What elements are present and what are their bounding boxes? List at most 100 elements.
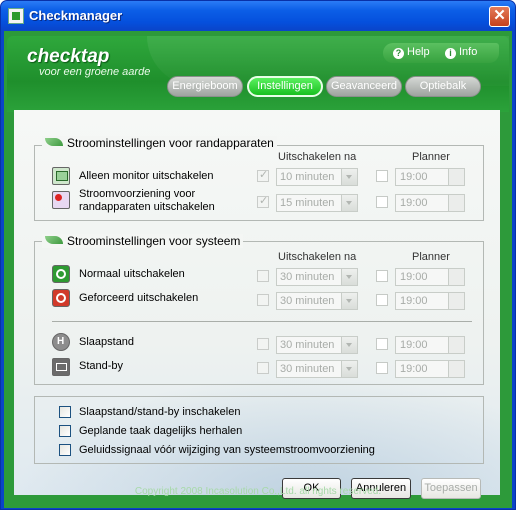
system-col-planner: Planner xyxy=(412,251,450,263)
peripherals-delay-value: 15 minuten xyxy=(280,197,335,209)
leaf-icon xyxy=(45,236,63,244)
tagline: voor een groene aarde xyxy=(39,66,151,78)
peripherals-time-spinner[interactable]: 19:00 xyxy=(395,194,465,212)
hibernate-select[interactable]: 30 minuten xyxy=(276,336,358,354)
system-col-switch: Uitschakelen na xyxy=(278,251,357,263)
chevron-down-icon xyxy=(341,361,357,377)
hibernate-planner-checkbox[interactable] xyxy=(376,338,388,350)
normal-shutdown-time: 19:00 xyxy=(400,271,428,283)
window-title: Checkmanager xyxy=(29,8,123,23)
app-icon xyxy=(8,8,24,24)
hibernate-value: 30 minuten xyxy=(280,339,335,351)
tab-geavanceerd[interactable]: Geavanceerd xyxy=(326,76,402,97)
peripherals-delay-select[interactable]: 15 minuten xyxy=(276,194,358,212)
forced-shutdown-checkbox[interactable] xyxy=(257,294,269,306)
monitor-enable-checkbox[interactable] xyxy=(257,168,269,182)
row-label-peripherals: Stroomvoorziening voor randapparaten uits… xyxy=(79,188,215,214)
standby-checkbox[interactable] xyxy=(257,362,269,374)
chevron-down-icon xyxy=(341,269,357,285)
shutdown-icon xyxy=(52,265,70,283)
row-label-monitor: Alleen monitor uitschakelen xyxy=(79,170,214,182)
forced-shutdown-value: 30 minuten xyxy=(280,295,335,307)
monitor-time-value: 19:00 xyxy=(400,171,428,183)
logo: checktap xyxy=(27,46,110,67)
spin-down-icon[interactable] xyxy=(448,369,464,377)
normal-shutdown-time-spinner[interactable]: 19:00 xyxy=(395,268,465,286)
standby-planner-checkbox[interactable] xyxy=(376,362,388,374)
spin-down-icon[interactable] xyxy=(448,345,464,353)
copyright: Copyright 2008 Incasolution Co.,Ltd. all… xyxy=(134,486,382,497)
monitor-delay-value: 10 minuten xyxy=(280,171,335,183)
standby-time: 19:00 xyxy=(400,363,428,375)
spin-down-icon[interactable] xyxy=(448,203,464,211)
row-label-forced-shutdown: Geforceerd uitschakelen xyxy=(79,292,199,304)
tab-instellingen[interactable]: Instellingen xyxy=(247,76,323,97)
standby-value: 30 minuten xyxy=(280,363,335,375)
option-label-beep: Geluidssignaal vóór wijziging van systee… xyxy=(79,444,375,456)
hibernate-time-spinner[interactable]: 19:00 xyxy=(395,336,465,354)
divider xyxy=(52,321,472,322)
help-label: Help xyxy=(407,46,430,58)
row-label-standby: Stand-by xyxy=(79,360,124,372)
chevron-down-icon xyxy=(341,169,357,185)
device-group-title: Stroominstellingen voor randapparaten xyxy=(42,136,277,150)
title-bar[interactable]: Checkmanager ✕ xyxy=(1,1,515,31)
device-col-switch: Uitschakelen na xyxy=(278,151,357,163)
info-link[interactable]: i Info xyxy=(445,46,477,59)
normal-shutdown-planner-checkbox[interactable] xyxy=(376,270,388,282)
app-window: Checkmanager ✕ checktap voor een groene … xyxy=(0,0,516,510)
tab-energieboom[interactable]: Energieboom xyxy=(167,76,243,97)
info-label: Info xyxy=(459,46,478,58)
spin-down-icon[interactable] xyxy=(448,277,464,285)
hibernate-time: 19:00 xyxy=(400,339,428,351)
question-icon: ? xyxy=(393,48,404,59)
hibernate-icon xyxy=(52,333,70,351)
device-col-planner: Planner xyxy=(412,151,450,163)
row-label-hibernate: Slaapstand xyxy=(79,336,135,348)
chevron-down-icon xyxy=(341,337,357,353)
device-group-title-text: Stroominstellingen voor randapparaten xyxy=(67,136,274,150)
beep-checkbox[interactable] xyxy=(59,444,71,456)
spin-down-icon[interactable] xyxy=(448,177,464,185)
standby-time-spinner[interactable]: 19:00 xyxy=(395,360,465,378)
leaf-icon xyxy=(45,138,63,146)
enable-sleep-checkbox[interactable] xyxy=(59,406,71,418)
monitor-planner-checkbox[interactable] xyxy=(376,170,388,182)
forced-shutdown-time-spinner[interactable]: 19:00 xyxy=(395,292,465,310)
standby-select[interactable]: 30 minuten xyxy=(276,360,358,378)
row-label-peripherals-line2: randapparaten uitschakelen xyxy=(79,201,215,213)
peripherals-enable-checkbox[interactable] xyxy=(257,194,269,208)
forced-shutdown-select[interactable]: 30 minuten xyxy=(276,292,358,310)
monitor-time-spinner[interactable]: 19:00 xyxy=(395,168,465,186)
normal-shutdown-select[interactable]: 30 minuten xyxy=(276,268,358,286)
chevron-down-icon xyxy=(341,293,357,309)
row-label-normal-shutdown: Normaal uitschakelen xyxy=(79,268,185,280)
help-link[interactable]: ? Help xyxy=(393,46,430,59)
settings-panel: Stroominstellingen voor randapparaten Ui… xyxy=(14,110,500,499)
option-label-sleep: Slaapstand/stand-by inschakelen xyxy=(79,406,241,418)
forced-shutdown-time: 19:00 xyxy=(400,295,428,307)
peripherals-time-value: 19:00 xyxy=(400,197,428,209)
tab-optiebalk[interactable]: Optiebalk xyxy=(405,76,481,97)
peripheral-device-icon xyxy=(52,191,70,209)
standby-icon xyxy=(52,358,70,376)
system-group-title-text: Stroominstellingen voor systeem xyxy=(67,234,241,248)
hibernate-checkbox[interactable] xyxy=(257,338,269,350)
normal-shutdown-checkbox[interactable] xyxy=(257,270,269,282)
info-icon: i xyxy=(445,48,456,59)
header-banner: checktap voor een groene aarde ? Help i In… xyxy=(7,36,509,112)
close-button[interactable]: ✕ xyxy=(489,6,510,27)
option-label-repeat: Geplande taak dagelijks herhalen xyxy=(79,425,243,437)
peripherals-planner-checkbox[interactable] xyxy=(376,196,388,208)
row-label-peripherals-line1: Stroomvoorziening voor xyxy=(79,188,196,200)
forced-shutdown-planner-checkbox[interactable] xyxy=(376,294,388,306)
monitor-delay-select[interactable]: 10 minuten xyxy=(276,168,358,186)
spin-down-icon[interactable] xyxy=(448,301,464,309)
monitor-icon xyxy=(52,167,70,185)
system-group-title: Stroominstellingen voor systeem xyxy=(42,234,244,248)
client-area: checktap voor een groene aarde ? Help i In… xyxy=(4,31,512,508)
help-info-bar: ? Help i Info xyxy=(383,43,499,63)
chevron-down-icon xyxy=(341,195,357,211)
repeat-daily-checkbox[interactable] xyxy=(59,425,71,437)
normal-shutdown-value: 30 minuten xyxy=(280,271,335,283)
